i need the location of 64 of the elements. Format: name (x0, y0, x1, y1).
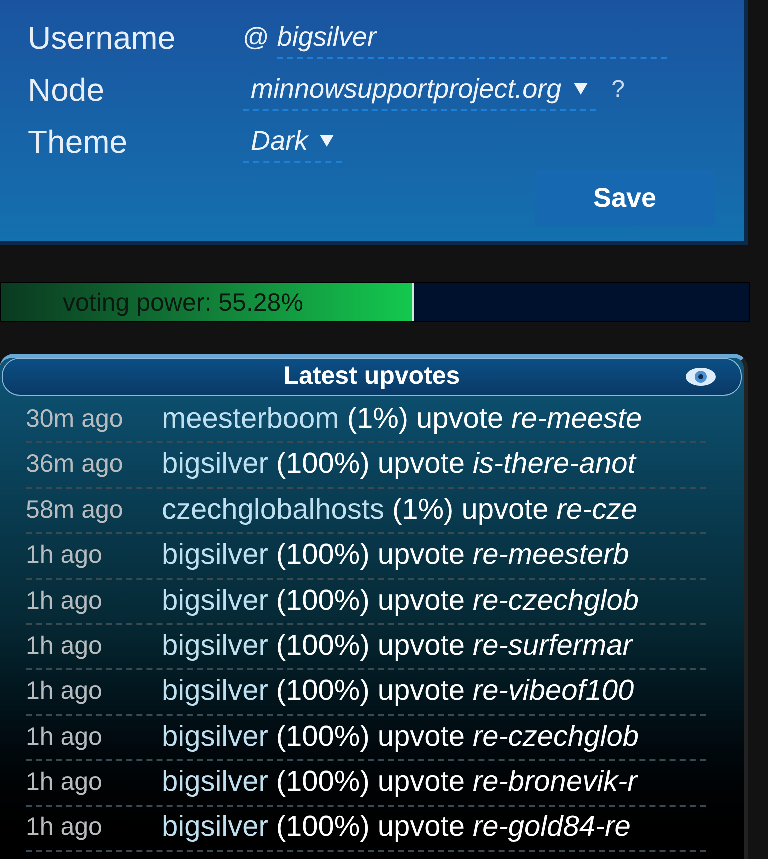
post-link[interactable]: re-vibeof100 (472, 670, 634, 714)
voter-name[interactable]: bigsilver (162, 443, 268, 487)
vote-action: upvote (378, 810, 465, 846)
vote-percent: (100%) (276, 720, 370, 755)
vote-action: upvote (462, 492, 549, 528)
dropdown-select[interactable]: Dark (243, 120, 342, 164)
post-link[interactable]: re-gold84-re (472, 806, 631, 850)
vote-percent: (100%) (276, 538, 370, 574)
voter-name[interactable]: bigsilver (162, 716, 268, 760)
vote-action: upvote (416, 402, 504, 437)
vote-percent: (1%) (392, 492, 454, 528)
post-link[interactable]: is-there-anot (472, 443, 636, 487)
voter-name[interactable]: bigsilver (162, 670, 268, 714)
field-label: Theme (28, 123, 129, 162)
caret-icon (574, 83, 588, 95)
post-link[interactable]: re-surfermar (472, 624, 632, 668)
username-field[interactable]: bigsilver (277, 16, 668, 60)
post-link[interactable]: re-bronevik-r (472, 761, 638, 805)
voter-name[interactable]: czechglobalhosts (162, 488, 384, 532)
post-link[interactable]: re-meesterb (472, 534, 630, 578)
vote-action: upvote (378, 628, 465, 664)
caret-icon (320, 135, 334, 147)
time-ago: 1h ago (26, 812, 104, 844)
field-label: Username (28, 19, 177, 58)
dropdown-select[interactable]: minnowsupportproject.org (243, 68, 596, 112)
post-link[interactable]: re-czechglob (472, 580, 639, 624)
post-link[interactable]: re-cze (556, 488, 638, 532)
time-ago: 1h ago (26, 722, 104, 753)
time-ago: 30m ago (26, 404, 124, 435)
vote-action: upvote (378, 765, 465, 800)
vote-percent: (100%) (276, 447, 370, 482)
time-ago: 1h ago (26, 630, 104, 662)
vote-percent: (100%) (276, 584, 370, 619)
vote-action: upvote (378, 447, 465, 482)
vote-action: upvote (378, 538, 465, 574)
vote-percent: (100%) (276, 628, 370, 664)
save-button[interactable]: Save (535, 170, 715, 226)
vote-percent: (1%) (347, 402, 409, 437)
vote-action: upvote (378, 674, 465, 710)
time-ago: 1h ago (26, 767, 104, 798)
post-link[interactable]: re-czechglob (472, 716, 639, 760)
vote-percent: (100%) (276, 810, 370, 846)
voter-name[interactable]: bigsilver (162, 534, 268, 578)
at-prefix: @ (243, 20, 270, 54)
time-ago: 1h ago (26, 540, 104, 572)
voter-name[interactable]: meesterboom (162, 398, 340, 442)
voter-name[interactable]: bigsilver (162, 761, 268, 805)
post-link[interactable]: re-meeste (512, 398, 642, 442)
vote-action: upvote (378, 584, 465, 619)
vote-action: upvote (378, 720, 465, 755)
voter-name[interactable]: bigsilver (162, 806, 268, 850)
time-ago: 1h ago (26, 586, 104, 616)
time-ago: 1h ago (26, 676, 104, 708)
panel-title: Latest upvotes (284, 361, 460, 392)
time-ago: 58m ago (26, 494, 124, 526)
voter-name[interactable]: bigsilver (162, 580, 268, 624)
voting-power-label: voting power: 55.28% (63, 288, 304, 319)
field-label: Node (28, 71, 106, 110)
help-link[interactable]: ? (612, 72, 626, 108)
vote-percent: (100%) (276, 674, 370, 710)
vote-percent: (100%) (276, 765, 370, 800)
eye-icon[interactable] (685, 367, 717, 387)
time-ago: 36m ago (26, 449, 124, 480)
voter-name[interactable]: bigsilver (162, 624, 268, 668)
